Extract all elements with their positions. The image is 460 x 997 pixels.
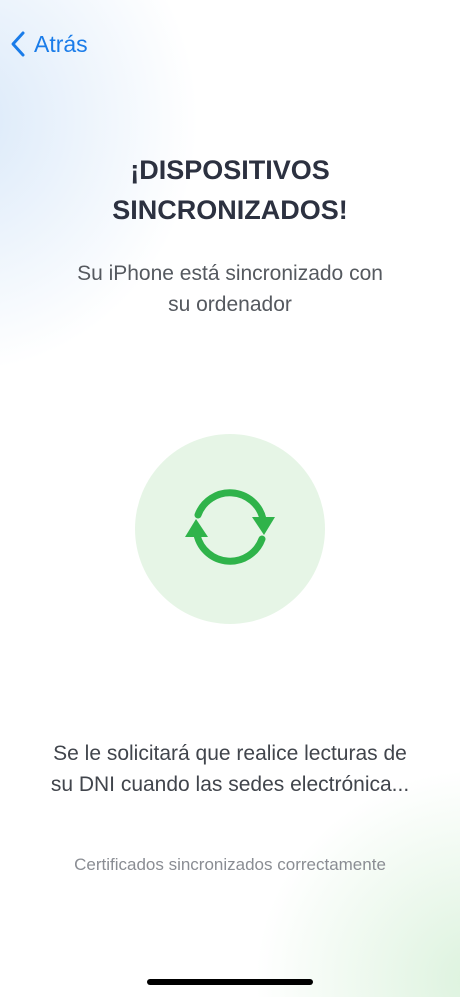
info-line-1: Se le solicitará que realice lecturas de <box>53 742 407 765</box>
page-title-line-2: SINCRONIZADOS! <box>112 195 348 225</box>
page-title-line-1: ¡DISPOSITIVOS <box>130 155 330 185</box>
info-message: Se le solicitará que realice lecturas de… <box>0 738 460 800</box>
info-line-2: su DNI cuando las sedes electrónica... <box>50 773 410 796</box>
chevron-left-icon <box>10 30 26 58</box>
subtitle-line-2: su ordenador <box>168 293 292 316</box>
status-message: Certificados sincronizados correctamente <box>74 855 386 874</box>
sync-status-circle <box>135 434 325 624</box>
home-indicator[interactable] <box>147 979 313 985</box>
sync-arrows-icon <box>175 477 285 582</box>
page-title: ¡DISPOSITIVOS SINCRONIZADOS! <box>0 150 460 230</box>
subtitle-line-1: Su iPhone está sincronizado con <box>77 262 383 285</box>
back-button[interactable]: Atrás <box>10 30 88 58</box>
back-label: Atrás <box>34 30 88 57</box>
page-subtitle: Su iPhone está sincronizado con su orden… <box>0 258 460 320</box>
